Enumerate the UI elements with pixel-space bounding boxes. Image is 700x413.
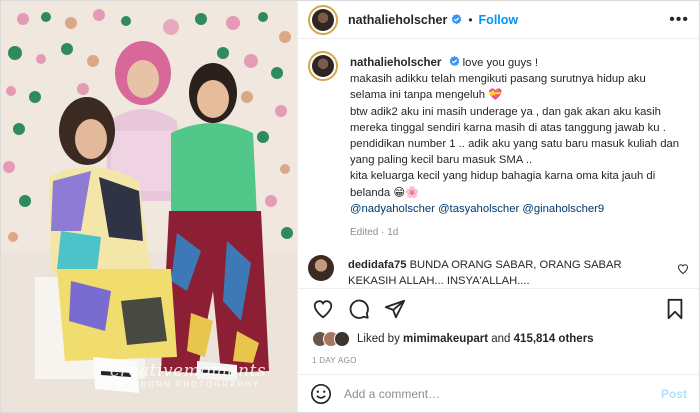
commenter-username[interactable]: dedidafa75 (348, 259, 406, 271)
verified-icon (452, 14, 462, 25)
caption-line: love you guys ! (462, 57, 539, 69)
post-time[interactable]: 1 DAY AGO (298, 350, 699, 374)
instagram-post: creativemoments NEWBORN PHOTOGRAPHY nath… (0, 0, 700, 413)
likes-joiner: and (491, 333, 511, 345)
photo-watermark: creativemoments NEWBORN PHOTOGRAPHY (93, 361, 283, 389)
likes-text: Liked by mimimakeupart and 415,814 other… (357, 333, 594, 345)
post-header: nathalieholscher • Follow ••• (298, 1, 699, 39)
watermark-subtitle: NEWBORN PHOTOGRAPHY (115, 380, 261, 389)
comments-area: nathalieholscher love you guys ! makasih… (298, 39, 699, 288)
bookmark-icon[interactable] (665, 298, 685, 320)
comment-icon[interactable] (348, 298, 370, 320)
comment-text: dedidafa75 BUNDA ORANG SABAR, ORANG SABA… (348, 257, 668, 288)
caption-line: pendidikan number 1 .. adik aku yang sat… (350, 138, 680, 167)
heart-icon[interactable] (677, 263, 689, 275)
liker-avatar (334, 331, 350, 347)
photo-illustration (1, 1, 297, 412)
more-icon[interactable]: ••• (669, 11, 689, 29)
caption-username[interactable]: nathalieholscher (350, 57, 441, 69)
emoji-icon[interactable] (310, 383, 332, 405)
caption: nathalieholscher love you guys ! makasih… (308, 51, 689, 241)
action-bar (298, 288, 699, 328)
add-comment-bar: Post (298, 374, 699, 412)
likes-prefix: Liked by (357, 333, 400, 345)
caption-line: kita keluarga kecil yang hidup bahagia k… (350, 170, 656, 199)
author-username[interactable]: nathalieholscher (348, 13, 447, 27)
caption-text: nathalieholscher love you guys ! makasih… (350, 55, 685, 241)
author-avatar[interactable] (308, 4, 338, 35)
likes-summary: Liked by mimimakeupart and 415,814 other… (298, 328, 699, 350)
caption-mentions[interactable]: @nadyaholscher @tasyaholscher @ginaholsc… (350, 201, 685, 217)
comment: dedidafa75 BUNDA ORANG SABAR, ORANG SABA… (308, 255, 689, 288)
caption-line: btw adik2 aku ini masih underage ya , da… (350, 105, 666, 134)
caption-avatar[interactable] (308, 51, 338, 81)
verified-icon (449, 56, 459, 67)
post-comment-button[interactable]: Post (661, 387, 687, 401)
commenter-avatar[interactable] (308, 255, 334, 282)
post-details-panel: nathalieholscher • Follow ••• nathalieho… (297, 1, 699, 412)
liker-username[interactable]: mimimakeupart (403, 333, 488, 345)
post-photo[interactable]: creativemoments NEWBORN PHOTOGRAPHY (1, 1, 297, 412)
caption-line: makasih adikku telah mengikuti pasang su… (350, 73, 646, 102)
share-icon[interactable] (384, 298, 406, 320)
separator-dot: • (468, 12, 473, 27)
likes-count[interactable]: 415,814 others (514, 333, 594, 345)
follow-button[interactable]: Follow (479, 13, 519, 27)
caption-meta: Edited · 1d (350, 227, 399, 239)
comment-input[interactable] (344, 386, 661, 401)
watermark-script: creativemoments (109, 361, 267, 381)
heart-icon[interactable] (312, 298, 334, 320)
